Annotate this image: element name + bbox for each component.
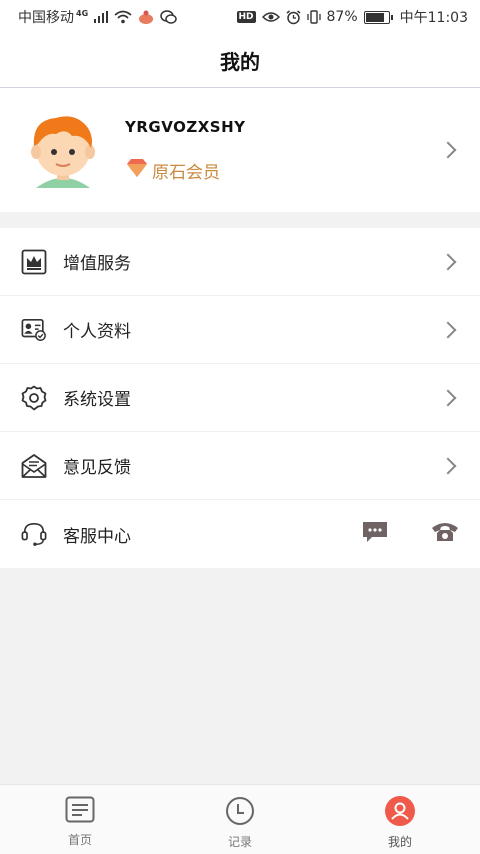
network-type: 4G [76, 8, 89, 18]
battery-icon [363, 10, 393, 24]
menu-list: 增值服务 个人资料 系统设置 意见反馈 客服中心 [0, 228, 480, 568]
carrier-label: 中国移动 [18, 10, 74, 26]
envelope-icon [21, 453, 47, 479]
headset-icon [21, 521, 47, 547]
tab-mine[interactable]: 我的 [320, 785, 480, 854]
hd-badge: HD [236, 11, 256, 23]
alarm-icon [286, 9, 301, 25]
diamond-icon [125, 158, 149, 183]
menu-label: 客服中心 [63, 526, 131, 547]
clock-time: 中午11:03 [399, 10, 468, 26]
page-title: 我的 [220, 50, 260, 74]
gear-icon [21, 385, 47, 411]
status-bar: 中国移动 4G HD 87% 中午11:03 [0, 0, 480, 34]
tab-home[interactable]: 首页 [0, 785, 160, 854]
tab-label: 我的 [387, 835, 412, 849]
wifi-icon [114, 10, 132, 24]
id-card-icon [21, 317, 47, 343]
wechat-icon [160, 10, 177, 24]
menu-item-feedback[interactable]: 意见反馈 [0, 432, 480, 500]
title-bar: 我的 [0, 34, 480, 88]
vibrate-icon [306, 10, 321, 24]
clock-icon [225, 796, 255, 829]
tab-records[interactable]: 记录 [160, 785, 320, 854]
chevron-right-icon [439, 141, 457, 159]
chevron-right-icon [439, 321, 457, 338]
menu-label: 系统设置 [63, 390, 131, 410]
user-icon [385, 796, 415, 829]
app-notification-icon [138, 10, 154, 24]
menu-label: 意见反馈 [63, 458, 131, 478]
menu-label: 个人资料 [63, 322, 131, 342]
menu-item-customer-service[interactable]: 客服中心 [0, 500, 480, 568]
telephone-icon[interactable] [431, 520, 459, 548]
menu-item-profile[interactable]: 个人资料 [0, 296, 480, 364]
menu-item-settings[interactable]: 系统设置 [0, 364, 480, 432]
battery-percent: 87% [326, 9, 358, 25]
chevron-right-icon [439, 457, 457, 474]
bottom-tab-bar: 首页 记录 我的 [0, 784, 480, 854]
eye-icon [261, 11, 280, 23]
profile-card[interactable]: YRGVOZXSHY 原石会员 [0, 88, 480, 212]
tab-label: 记录 [227, 835, 252, 849]
avatar [26, 110, 100, 192]
tab-label: 首页 [67, 833, 92, 847]
chevron-right-icon [439, 253, 457, 270]
membership-label: 原石会员 [152, 163, 220, 183]
chevron-right-icon [439, 389, 457, 406]
home-icon [65, 796, 95, 827]
username: YRGVOZXSHY [125, 118, 246, 136]
menu-item-value-added[interactable]: 增值服务 [0, 228, 480, 296]
signal-icon [94, 11, 109, 23]
crown-icon [21, 249, 47, 275]
chat-bubble-icon[interactable] [362, 520, 388, 548]
menu-label: 增值服务 [63, 254, 131, 274]
membership-badge: 原石会员 [125, 158, 220, 183]
